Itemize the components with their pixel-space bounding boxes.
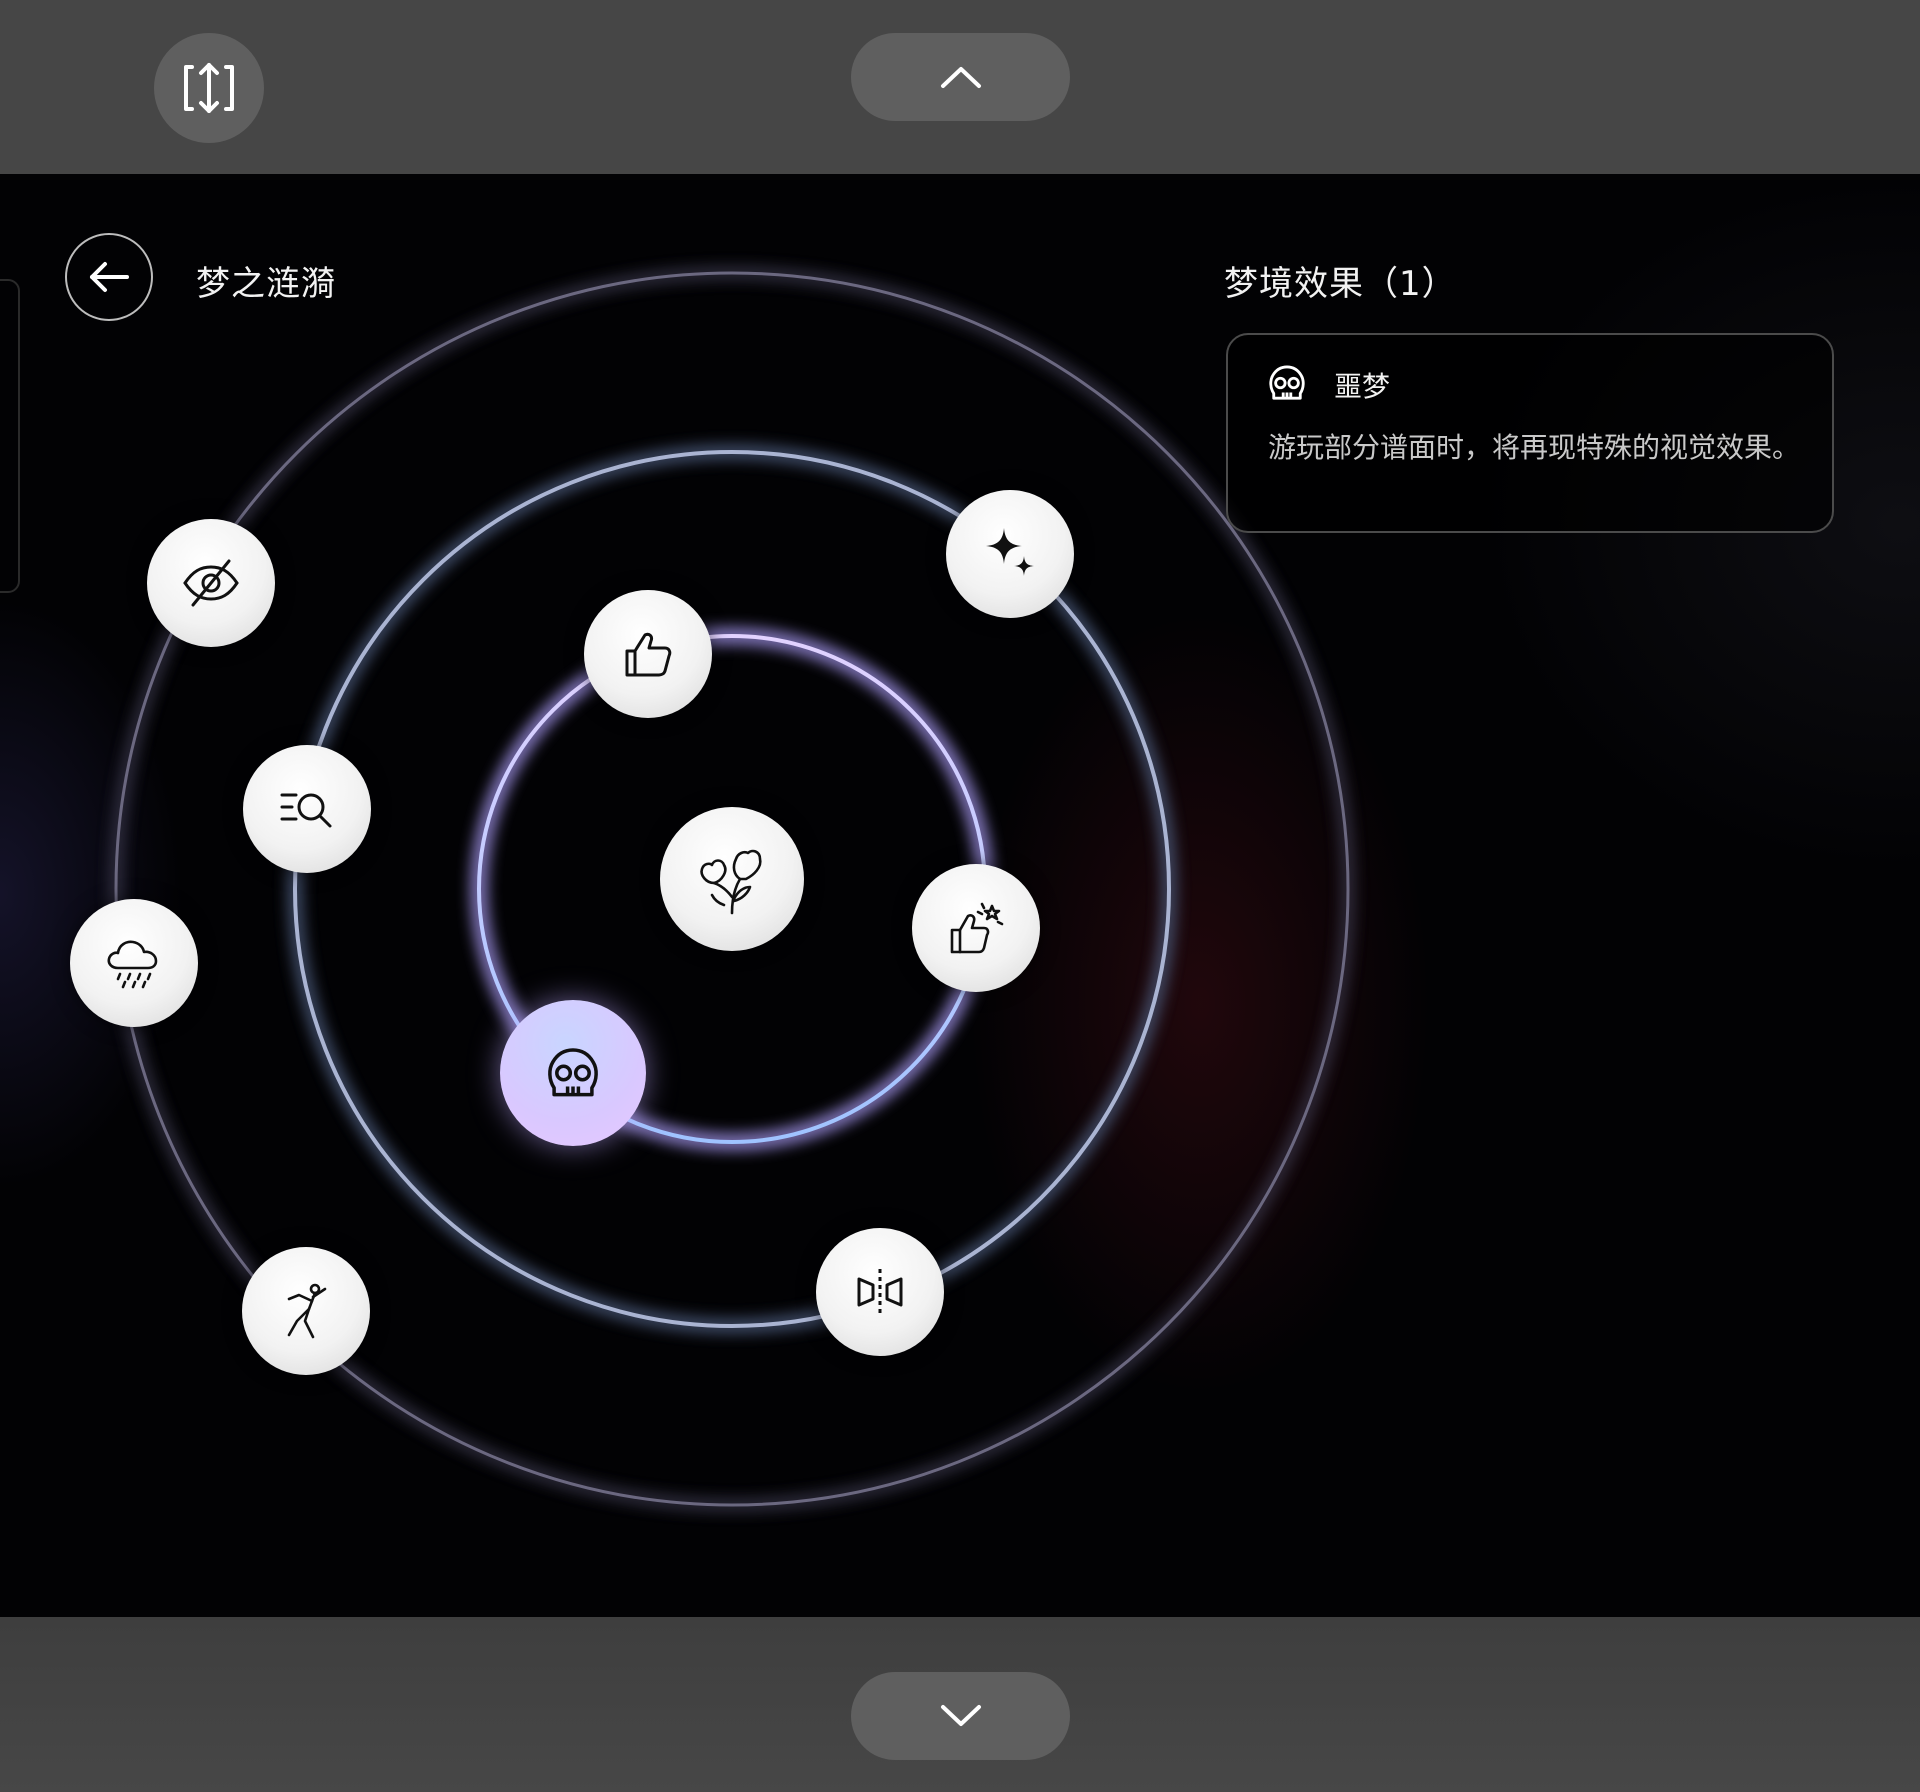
scroll-up-button[interactable] (851, 33, 1070, 121)
effect-card: 噩梦 游玩部分谱面时，将再现特殊的视觉效果。 (1226, 333, 1834, 533)
dancer-icon (287, 1283, 327, 1339)
node-rain[interactable] (70, 899, 198, 1027)
node-hidden[interactable] (147, 519, 275, 647)
effects-heading: 梦境效果（1） (1224, 264, 1457, 304)
list-search-icon (280, 793, 332, 828)
sparkles-icon (986, 528, 1034, 576)
cloud-rain-icon (107, 940, 158, 989)
node-dancer[interactable] (242, 1247, 370, 1375)
effect-name: 噩梦 (1334, 370, 1391, 403)
fit-screen-button[interactable] (154, 33, 264, 143)
node-nightmare[interactable] (500, 1000, 646, 1146)
node-sparkles[interactable] (946, 490, 1074, 618)
thumbs-up-star-icon (950, 902, 1004, 954)
node-mirror[interactable] (816, 1228, 944, 1356)
node-flowers[interactable] (660, 807, 804, 951)
mirror-flip-icon (857, 1269, 903, 1315)
dream-map-stage: 梦之涟漪 梦境效果（1） 噩梦 游玩部分谱面时，将再现特殊的视觉效果。 (0, 174, 1920, 1617)
flowers-icon (700, 849, 762, 915)
node-search-list[interactable] (243, 745, 371, 873)
effect-description: 游玩部分谱面时，将再现特殊的视觉效果。 (1268, 431, 1801, 464)
fit-vertical-icon (184, 63, 234, 113)
bottom-toolbar (0, 1617, 1920, 1792)
top-toolbar (0, 0, 1920, 174)
skull-icon (548, 1048, 598, 1097)
node-thumbs-up[interactable] (584, 590, 712, 718)
eye-slash-icon (183, 559, 239, 607)
scroll-down-button[interactable] (851, 1672, 1070, 1760)
node-thumbs-star[interactable] (912, 864, 1040, 992)
arrow-left-icon (90, 262, 129, 292)
chevron-up-icon (940, 67, 981, 88)
chevron-down-icon (940, 1705, 981, 1726)
thumbs-up-icon (625, 632, 672, 677)
page-title: 梦之涟漪 (196, 264, 336, 304)
skull-icon (1269, 365, 1305, 400)
back-button[interactable] (65, 233, 153, 321)
